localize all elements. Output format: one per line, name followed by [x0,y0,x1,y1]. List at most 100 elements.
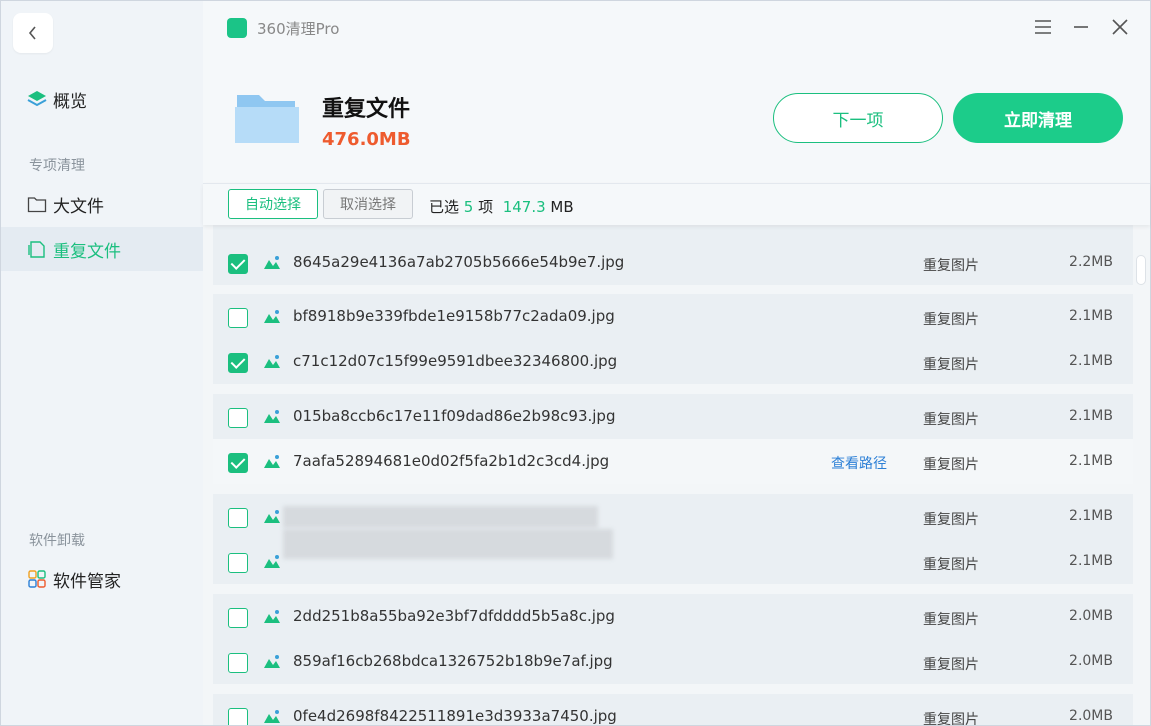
row-checkbox[interactable] [228,353,248,373]
clean-now-button[interactable]: 立即清理 [953,93,1123,143]
file-name: 0fe4d2698f8422511891e3d3933a7450.jpg [293,707,617,725]
redacted-filename [283,506,598,528]
file-size: 2.0MB [1069,653,1113,669]
file-size: 2.1MB [1069,353,1113,369]
section-label-special: 专项清理 [29,158,85,174]
duplicate-group: bf8918b9e339fbde1e9158b77c2ada09.jpg 重复图… [213,294,1133,384]
selection-toolbar: 自动选择 取消选择 已选 5 项 147.3 MB [203,183,1150,225]
row-checkbox[interactable] [228,254,248,274]
file-type: 重复图片 [923,557,979,573]
selection-summary: 已选 5 项 147.3 MB [429,198,574,216]
minimize-icon[interactable] [1069,15,1093,39]
image-file-icon [264,610,280,623]
table-row[interactable]: bf8918b9e339fbde1e9158b77c2ada09.jpg 重复图… [213,294,1133,339]
file-size: 2.1MB [1069,453,1113,469]
duplicate-group: 015ba8ccb6c17e11f09dad86e2b98c93.jpg 重复图… [213,394,1133,484]
sidebar-item-label: 重复文件 [53,241,121,262]
app-title: 360清理Pro [257,20,340,38]
image-file-icon [264,256,280,269]
close-icon[interactable] [1108,15,1132,39]
image-file-icon [264,510,280,523]
layers-icon [27,89,47,109]
file-type: 重复图片 [923,657,979,673]
chevron-left-icon [28,26,36,40]
table-row[interactable]: 8645a29e4136a7ab2705b5666e54b9e7.jpg 重复图… [213,240,1133,285]
file-name: c71c12d07c15f99e9591dbee32346800.jpg [293,352,618,370]
folder-icon [233,89,301,151]
cancel-select-button[interactable]: 取消选择 [323,189,413,219]
image-file-icon [264,410,280,423]
duplicate-group: 重复图片 2.1MB 重复图片 2.1MB [213,494,1133,584]
sidebar-item-label: 概览 [53,91,87,112]
duplicate-group: 8645a29e4136a7ab2705b5666e54b9e7.jpg 重复图… [213,225,1133,285]
selected-count: 5 [463,198,474,216]
folder-icon [27,194,47,214]
row-checkbox[interactable] [228,553,248,573]
menu-icon[interactable] [1031,15,1055,39]
file-size: 2.0MB [1069,708,1113,724]
table-row[interactable]: 2dd251b8a55ba92e3bf7dfdddd5b5a8c.jpg 重复图… [213,594,1133,639]
image-file-icon [264,655,280,668]
file-name: 2dd251b8a55ba92e3bf7dfdddd5b5a8c.jpg [293,607,615,625]
scrollbar-thumb[interactable] [1136,255,1146,285]
file-size: 2.0MB [1069,608,1113,624]
next-item-button[interactable]: 下一项 [773,93,943,143]
page-title: 重复文件 [322,97,411,122]
image-file-icon [264,310,280,323]
image-file-icon [264,710,280,723]
apps-grid-icon [27,569,47,589]
table-row[interactable]: 859af16cb268bdca1326752b18b9e7af.jpg 重复图… [213,639,1133,684]
file-type: 重复图片 [923,457,979,473]
file-type: 重复图片 [923,258,979,274]
row-checkbox[interactable] [228,708,248,725]
image-file-icon [264,455,280,468]
row-checkbox[interactable] [228,653,248,673]
title-bar: 360清理Pro [203,1,1150,55]
duplicate-group: 2dd251b8a55ba92e3bf7dfdddd5b5a8c.jpg 重复图… [213,594,1133,684]
sidebar-item-software-manager[interactable]: 软件管家 [1,557,203,601]
app-window: 概览 专项清理 大文件 重复文件 软件卸载 软件管家 360清理Pro 重复文件… [0,0,1151,726]
file-name: 8645a29e4136a7ab2705b5666e54b9e7.jpg [293,253,625,271]
row-checkbox[interactable] [228,608,248,628]
sidebar-item-label: 大文件 [53,196,104,217]
file-size: 2.1MB [1069,408,1113,424]
sidebar-item-duplicate-files[interactable]: 重复文件 [1,227,203,271]
redacted-filename [283,529,613,559]
row-checkbox[interactable] [228,508,248,528]
selected-size: 147.3 [502,198,546,216]
view-path-link[interactable]: 查看路径 [831,453,887,473]
auto-select-button[interactable]: 自动选择 [228,189,318,219]
page-header: 重复文件 476.0MB 下一项 立即清理 [203,55,1150,183]
file-type: 重复图片 [923,512,979,528]
file-name: 7aafa52894681e0d02f5fa2b1d2c3cd4.jpg [293,452,610,470]
row-checkbox[interactable] [228,308,248,328]
section-label-uninstall: 软件卸载 [29,533,85,549]
table-row[interactable]: 重复图片 2.1MB [213,529,1133,584]
duplicate-file-icon [27,239,47,259]
row-checkbox[interactable] [228,408,248,428]
total-size: 476.0MB [322,129,411,150]
file-type: 重复图片 [923,357,979,373]
file-name: 015ba8ccb6c17e11f09dad86e2b98c93.jpg [293,407,616,425]
file-size: 2.1MB [1069,508,1113,524]
file-type: 重复图片 [923,312,979,328]
file-size: 2.1MB [1069,308,1113,324]
row-checkbox[interactable] [228,453,248,473]
file-name: bf8918b9e339fbde1e9158b77c2ada09.jpg [293,307,615,325]
table-row[interactable]: c71c12d07c15f99e9591dbee32346800.jpg 重复图… [213,339,1133,384]
sidebar-item-large-files[interactable]: 大文件 [1,182,203,226]
file-name: 859af16cb268bdca1326752b18b9e7af.jpg [293,652,613,670]
file-size: 2.2MB [1069,254,1113,270]
file-type: 重复图片 [923,612,979,628]
table-row[interactable]: 0fe4d2698f8422511891e3d3933a7450.jpg 重复图… [213,694,1133,725]
file-type: 重复图片 [923,412,979,428]
back-button[interactable] [13,13,53,53]
image-file-icon [264,555,280,568]
file-list[interactable]: 8645a29e4136a7ab2705b5666e54b9e7.jpg 重复图… [203,225,1150,725]
sidebar-item-overview[interactable]: 概览 [1,77,203,121]
duplicate-group: 0fe4d2698f8422511891e3d3933a7450.jpg 重复图… [213,694,1133,725]
table-row[interactable]: 7aafa52894681e0d02f5fa2b1d2c3cd4.jpg 查看路… [213,439,1133,484]
table-row[interactable]: 015ba8ccb6c17e11f09dad86e2b98c93.jpg 重复图… [213,394,1133,439]
sidebar: 概览 专项清理 大文件 重复文件 软件卸载 软件管家 [1,1,203,725]
app-logo-icon [227,18,247,38]
